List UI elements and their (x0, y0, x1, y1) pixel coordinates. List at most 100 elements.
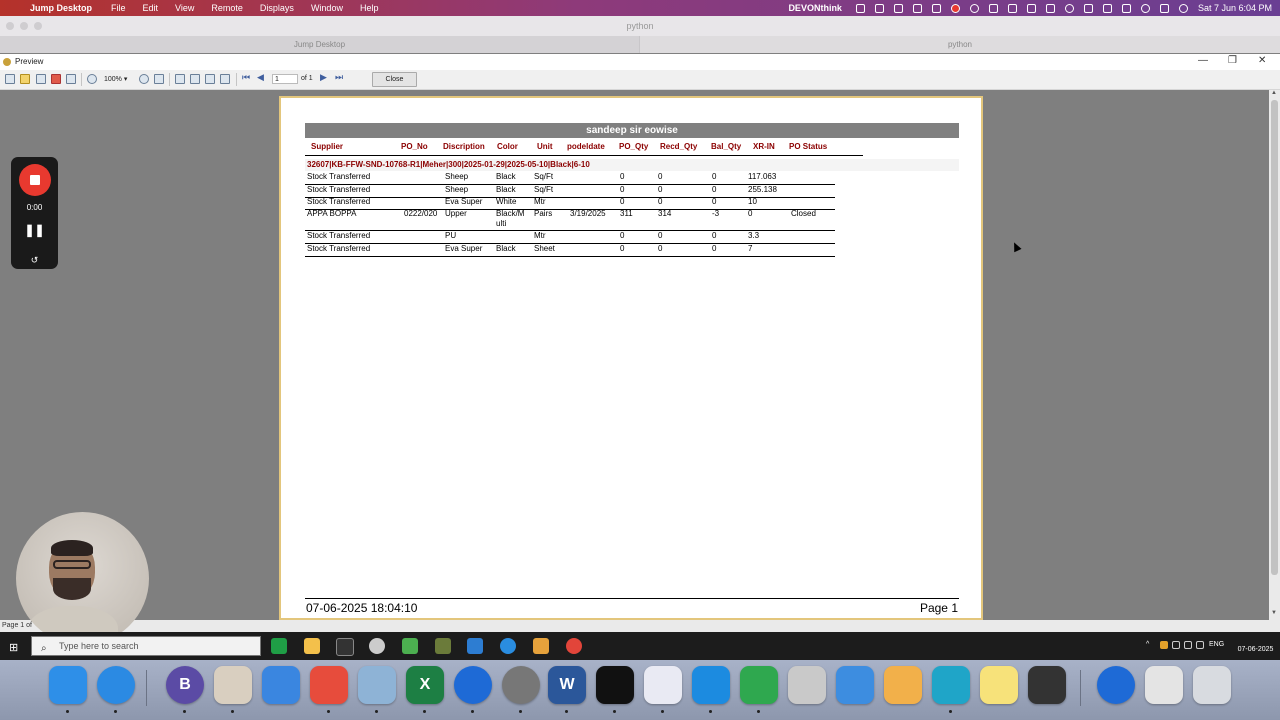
control-center-icon[interactable] (1159, 3, 1169, 13)
pdf-export-icon[interactable] (51, 74, 61, 84)
taskbar-explorer-icon[interactable] (304, 638, 320, 654)
single-page-icon[interactable] (175, 74, 185, 84)
close-icon[interactable]: ✕ (1258, 55, 1266, 66)
dock-word-icon[interactable]: W (548, 666, 586, 704)
taskbar-sheets-icon[interactable] (271, 638, 287, 654)
tray-wifi-icon[interactable] (1184, 641, 1192, 649)
dock-1password-mini-icon[interactable] (1097, 666, 1135, 704)
taskbar-chrome-icon[interactable] (566, 638, 582, 654)
zoom-out-icon[interactable] (139, 74, 149, 84)
search-icon[interactable] (1140, 3, 1150, 13)
zoom-in-icon[interactable] (87, 74, 97, 84)
battery-icon[interactable] (1007, 3, 1017, 13)
menu-help[interactable]: Help (360, 3, 379, 13)
taskbar-edge-icon[interactable] (500, 638, 516, 654)
restore-icon[interactable]: ❐ (1228, 55, 1237, 66)
zoom-window-icon[interactable] (34, 22, 42, 30)
dock-finder-icon[interactable] (49, 666, 87, 704)
menu-displays[interactable]: Displays (260, 3, 294, 13)
bookmark-icon[interactable] (893, 3, 903, 13)
page-width-icon[interactable] (154, 74, 164, 84)
menu-window[interactable]: Window (311, 3, 343, 13)
taskbar-python-icon[interactable] (435, 638, 451, 654)
scroll-down-icon[interactable]: ▼ (1271, 610, 1277, 616)
dock-affinity-icon[interactable] (644, 666, 682, 704)
tab-python[interactable]: python (640, 36, 1280, 53)
dock-swirl-icon[interactable] (932, 666, 970, 704)
open-folder-icon[interactable] (20, 74, 30, 84)
first-page-icon[interactable]: ⏮ (242, 72, 252, 82)
next-page-icon[interactable]: ▶ (320, 72, 330, 82)
print-icon[interactable] (5, 74, 15, 84)
wifi-off-icon[interactable] (1121, 3, 1131, 13)
vertical-scrollbar[interactable]: ▲ ▼ (1269, 90, 1280, 620)
bolt-icon[interactable] (1045, 3, 1055, 13)
close-window-icon[interactable] (6, 22, 14, 30)
two-page-icon[interactable] (190, 74, 200, 84)
page-number-input[interactable]: 1 (272, 74, 298, 84)
taskbar-app-icon[interactable] (369, 638, 385, 654)
restart-icon[interactable]: ↺ (11, 255, 58, 266)
close-button[interactable]: Close (372, 72, 417, 87)
siri-icon[interactable] (1178, 3, 1188, 13)
lock-icon[interactable] (1083, 3, 1093, 13)
tray-app-icon[interactable] (1160, 641, 1168, 649)
find-icon[interactable] (66, 74, 76, 84)
settings-icon[interactable] (205, 74, 215, 84)
tray-overflow-icon[interactable]: ^ (1146, 641, 1154, 649)
dock-bbedit-icon[interactable]: B (166, 666, 204, 704)
windows-start-icon[interactable]: ⊞ (9, 641, 18, 654)
prev-page-icon[interactable]: ◀ (257, 72, 267, 82)
grid-icon[interactable] (1026, 3, 1036, 13)
minimize-window-icon[interactable] (20, 22, 28, 30)
scroll-thumb[interactable] (1271, 100, 1278, 575)
menu-remote[interactable]: Remote (211, 3, 243, 13)
dock-jump-desktop-icon[interactable] (596, 666, 634, 704)
taskbar-cube-icon[interactable] (402, 638, 418, 654)
dock-bookmark-icon[interactable] (262, 666, 300, 704)
lamp-icon[interactable] (988, 3, 998, 13)
tab-jump-desktop[interactable]: Jump Desktop (0, 36, 640, 53)
dock-document-icon[interactable] (1145, 666, 1183, 704)
pause-icon[interactable]: ❚❚ (11, 223, 58, 237)
zoom-select[interactable]: 100% ▾ (104, 75, 127, 83)
dock-preview-icon[interactable] (358, 666, 396, 704)
search-input[interactable]: ⌕ Type here to search (31, 636, 261, 656)
tray-volume-icon[interactable] (1196, 641, 1204, 649)
dock-scripteditor-icon[interactable] (788, 666, 826, 704)
dock-notes-icon[interactable] (980, 666, 1018, 704)
play-icon[interactable] (1064, 3, 1074, 13)
edit-icon[interactable] (220, 74, 230, 84)
dock-broom-icon[interactable] (214, 666, 252, 704)
scroll-up-icon[interactable]: ▲ (1271, 90, 1277, 96)
minimize-icon[interactable]: — (1198, 55, 1208, 66)
pen-icon[interactable] (912, 3, 922, 13)
dock-arrows-icon[interactable] (740, 666, 778, 704)
stats-icon[interactable] (931, 3, 941, 13)
menu-app-name[interactable]: Jump Desktop (30, 3, 92, 13)
dock-safari-icon[interactable] (97, 666, 135, 704)
devonthink-menu[interactable]: DEVONthink (788, 3, 842, 13)
dock-excel-icon[interactable]: X (406, 666, 444, 704)
dock-1password-icon[interactable] (454, 666, 492, 704)
save-icon[interactable] (36, 74, 46, 84)
tray-date[interactable]: 07-06-2025 (1233, 646, 1278, 653)
webcam-bubble[interactable] (16, 512, 149, 645)
taskbar-paw-icon[interactable] (533, 638, 549, 654)
dock-burger-icon[interactable] (310, 666, 348, 704)
tray-language[interactable]: ENG (1209, 641, 1224, 648)
dock-checkmark-icon[interactable] (692, 666, 730, 704)
bluetooth-icon[interactable] (1102, 3, 1112, 13)
taskbar-vscode-icon[interactable] (467, 638, 483, 654)
menu-clock[interactable]: Sat 7 Jun 6:04 PM (1198, 3, 1272, 13)
screen-share-icon[interactable] (874, 3, 884, 13)
onepassword-icon[interactable] (969, 3, 979, 13)
stop-recording-button[interactable] (19, 164, 51, 196)
dock-mail-icon[interactable] (836, 666, 874, 704)
last-page-icon[interactable]: ⏭ (335, 72, 345, 82)
dock-system-settings-icon[interactable] (502, 666, 540, 704)
wifi-icon[interactable] (855, 3, 865, 13)
menu-file[interactable]: File (111, 3, 126, 13)
taskbar-terminal-icon[interactable] (336, 638, 354, 656)
menu-edit[interactable]: Edit (143, 3, 159, 13)
